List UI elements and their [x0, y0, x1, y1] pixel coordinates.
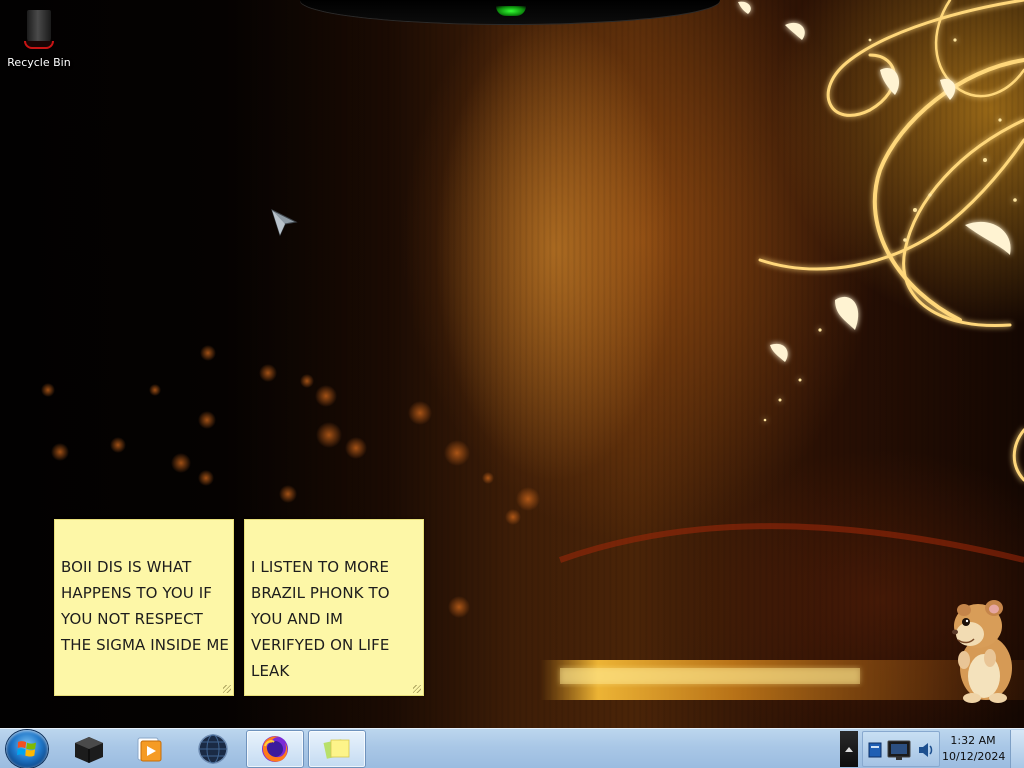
volume-icon[interactable] [917, 740, 935, 760]
sticky-note-text[interactable]: I LISTEN TO MORE BRAZIL PHONK TO YOU AND… [251, 554, 419, 684]
recycle-bin-icon [21, 6, 57, 50]
sticky-note-text[interactable]: BOII DIS IS WHAT HAPPENS TO YOU IF YOU N… [61, 554, 229, 658]
clock-time: 1:32 AM [950, 734, 996, 747]
system-clock[interactable]: 1:32 AM 10/12/2024 [942, 731, 1006, 767]
desktop-icon-label: Recycle Bin [7, 56, 71, 69]
resize-grip-icon[interactable] [413, 685, 421, 693]
taskbar-app-button[interactable] [60, 730, 118, 768]
taskbar-app-button-firefox[interactable] [246, 730, 304, 768]
clock-date: 10/12/2024 [942, 750, 1006, 763]
green-indicator-light [496, 6, 526, 16]
start-button[interactable] [6, 730, 48, 768]
firefox-icon [262, 736, 288, 762]
sticky-notes-icon [323, 739, 350, 759]
show-desktop-button[interactable] [1010, 730, 1024, 768]
dark-globe-icon [198, 734, 228, 764]
taskbar-app-button[interactable] [120, 730, 178, 768]
desktop-icon-recycle-bin[interactable]: Recycle Bin [4, 6, 74, 76]
sticky-note[interactable]: BOII DIS IS WHAT HAPPENS TO YOU IF YOU N… [54, 519, 234, 696]
resize-grip-icon[interactable] [223, 685, 231, 693]
media-player-icon [137, 737, 162, 762]
windows-logo-icon [17, 741, 36, 757]
desktop[interactable]: Recycle Bin BOII DIS IS WHAT HAPPENS TO … [0, 0, 1024, 728]
system-tray [862, 731, 940, 767]
black-box-app-icon [75, 737, 103, 763]
sticky-note[interactable]: I LISTEN TO MORE BRAZIL PHONK TO YOU AND… [244, 519, 424, 696]
taskbar-app-button-sticky-notes[interactable] [308, 730, 366, 768]
show-hidden-icons-button[interactable] [840, 731, 858, 767]
hamster-desktop-pet[interactable] [944, 598, 1020, 704]
taskbar: 1:32 AM 10/12/2024 [0, 728, 1024, 768]
action-center-icon[interactable] [867, 740, 885, 760]
network-icon[interactable] [885, 737, 915, 763]
taskbar-app-button[interactable] [184, 730, 242, 768]
mouse-pointer-icon [271, 209, 298, 237]
